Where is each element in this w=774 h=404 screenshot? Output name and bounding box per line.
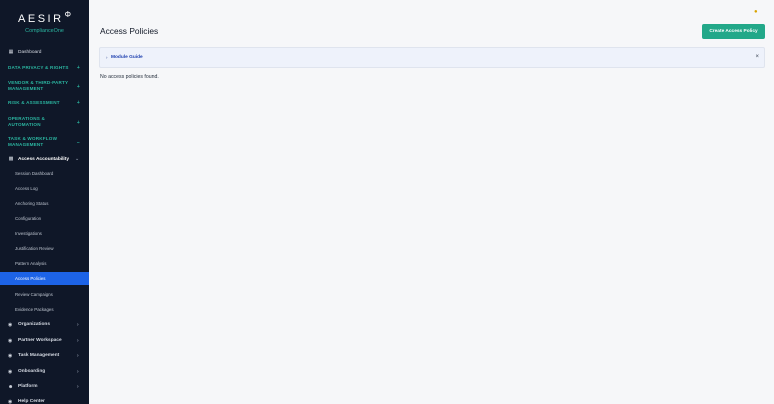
sidebar-item-label: Platform	[18, 384, 38, 389]
sidebar-item-justification-review[interactable]: Justification Review	[15, 246, 54, 251]
section-data-privacy[interactable]: DATA PRIVACY & RIGHTS +	[8, 65, 86, 71]
user-icon: ☻	[8, 384, 14, 390]
sidebar-item-label: Organizations	[18, 322, 50, 327]
sidebar-item-dashboard[interactable]: ▦ Dashboard	[0, 49, 89, 55]
sidebar-item-label: Access Accountability	[18, 156, 70, 162]
section-label: AUTOMATION	[8, 122, 41, 127]
onboarding-icon: ◉	[8, 369, 13, 375]
sidebar-item-label: Task Management	[18, 353, 60, 358]
section-vendor[interactable]: VENDOR & THIRD-PARTY MANAGEMENT +	[8, 80, 86, 92]
sidebar-item-label: Access Policies	[15, 276, 46, 281]
empty-state-text: No access policies found.	[100, 74, 159, 80]
chevron-right-icon: ›	[106, 55, 108, 60]
dashboard-icon: ▦	[8, 49, 14, 55]
section-operations[interactable]: OPERATIONS & AUTOMATION +	[8, 116, 86, 128]
sidebar-item-access-policies[interactable]: Access Policies	[0, 272, 89, 285]
building-icon: ◉	[8, 322, 13, 328]
section-label: RISK & ASSESSMENT	[8, 100, 60, 105]
sidebar-item-pattern-analysis[interactable]: Pattern Analysis	[15, 261, 46, 266]
sidebar-group-access-accountability[interactable]: ▩ Access Accountability ⌄	[0, 156, 89, 162]
create-access-policy-button[interactable]: Create Access Policy	[702, 24, 765, 39]
sidebar-item-label: Help Center	[18, 399, 45, 404]
collapse-icon: −	[76, 140, 80, 146]
help-icon: ◉	[8, 399, 13, 404]
sidebar-item-configuration[interactable]: Configuration	[15, 216, 41, 221]
chevron-right-icon: ›	[77, 369, 79, 375]
sidebar-item-label: Partner Workspace	[18, 338, 62, 343]
page-title: Access Policies	[100, 26, 159, 36]
module-guide-panel[interactable]: › Module Guide ×	[99, 47, 765, 68]
chevron-right-icon: ›	[77, 384, 79, 390]
expand-icon: +	[76, 100, 80, 106]
expand-icon: +	[76, 120, 80, 126]
sidebar-item-label: Onboarding	[18, 369, 46, 374]
partner-icon: ◉	[8, 338, 13, 344]
sidebar-item-evidence-packages[interactable]: Evidence Packages	[15, 307, 54, 312]
section-task-workflow[interactable]: TASK & WORKFLOW MANAGEMENT −	[8, 136, 86, 148]
logo[interactable]: AESIRΦ ComplianceOne	[0, 9, 89, 34]
clipboard-icon: ▩	[8, 156, 14, 162]
sidebar-item-session-dashboard[interactable]: Session Dashboard	[15, 171, 53, 176]
chevron-down-icon: ⌄	[75, 156, 80, 162]
section-risk[interactable]: RISK & ASSESSMENT +	[8, 100, 86, 106]
close-icon[interactable]: ×	[755, 54, 759, 60]
section-label: MANAGEMENT	[8, 142, 44, 147]
chevron-right-icon: ›	[77, 338, 79, 344]
sidebar-item-investigations[interactable]: Investigations	[15, 231, 42, 236]
sidebar: AESIRΦ ComplianceOne ▦ Dashboard DATA PR…	[0, 0, 89, 404]
main-content: ● Access Policies Create Access Policy ›…	[89, 0, 774, 404]
logo-subtitle: ComplianceOne	[25, 28, 64, 34]
section-label: DATA PRIVACY & RIGHTS	[8, 65, 69, 70]
chevron-right-icon: ›	[77, 322, 79, 328]
logo-mark: Φ	[64, 10, 71, 19]
module-guide-label: Module Guide	[111, 55, 143, 60]
expand-icon: +	[76, 84, 80, 90]
chevron-right-icon: ›	[77, 353, 79, 359]
sidebar-item-label: Dashboard	[18, 49, 42, 55]
logo-text: AESIR	[18, 13, 64, 25]
sidebar-item-review-campaigns[interactable]: Review Campaigns	[15, 292, 53, 297]
bell-icon[interactable]: ●	[754, 9, 758, 15]
section-label: MANAGEMENT	[8, 86, 44, 91]
expand-icon: +	[76, 65, 80, 71]
sidebar-item-access-log[interactable]: Access Log	[15, 186, 38, 191]
task-icon: ◉	[8, 353, 13, 359]
sidebar-item-anchoring-status[interactable]: Anchoring Status	[15, 201, 48, 206]
